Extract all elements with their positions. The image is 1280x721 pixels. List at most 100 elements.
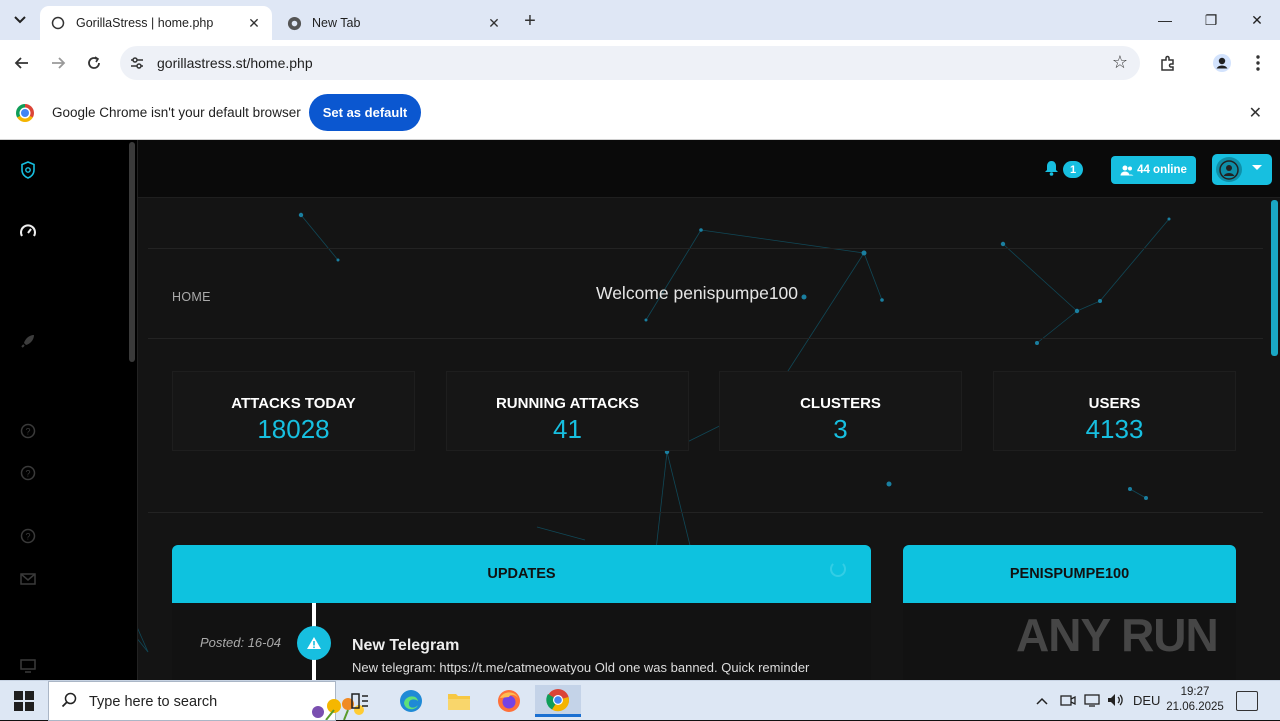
clock-time: 19:27 [1180, 686, 1210, 698]
back-button[interactable] [8, 49, 36, 77]
set-as-default-button[interactable]: Set as default [309, 94, 421, 131]
task-view-icon[interactable] [340, 685, 380, 717]
stat-label: USERS [1088, 395, 1141, 412]
windows-taskbar: Type here to search DEU 19:27 21.06.2025 [0, 680, 1280, 721]
chevron-up-icon[interactable] [1036, 693, 1048, 708]
monitor-icon[interactable] [18, 656, 38, 676]
browser-toolbar: gorillastress.st/home.php ☆ [0, 40, 1280, 86]
tab-gorillastress[interactable]: GorillaStress | home.php ✕ [40, 6, 272, 40]
puzzle-icon [1161, 55, 1174, 71]
input-language[interactable]: DEU [1133, 693, 1160, 708]
infobar-message: Google Chrome isn't your default browser [52, 105, 301, 120]
anyrun-watermark: ANY RUN [1016, 609, 1219, 661]
site-settings-icon[interactable] [128, 54, 146, 72]
tab-search-button[interactable] [6, 7, 34, 33]
post-title: New Telegram [352, 637, 460, 654]
network-icon[interactable] [1084, 693, 1100, 710]
url-text: gorillastress.st/home.php [157, 55, 313, 71]
sidebar-scrollbar[interactable] [129, 142, 135, 362]
divider [148, 512, 1263, 513]
page-scrollbar[interactable] [1271, 200, 1278, 356]
online-users-button[interactable]: 44 online [1111, 156, 1196, 184]
forward-button[interactable] [44, 49, 72, 77]
chevron-down-icon [14, 16, 26, 24]
search-icon [61, 692, 77, 713]
search-placeholder: Type here to search [89, 694, 218, 710]
stat-label: RUNNING ATTACKS [495, 395, 640, 412]
stat-card-running-attacks: RUNNING ATTACKS 41 [446, 371, 689, 451]
close-tab-icon[interactable]: ✕ [244, 13, 264, 33]
updates-panel-title: UPDATES [172, 545, 871, 603]
online-count-label: 44 online [1137, 164, 1187, 176]
stat-value: 3 [833, 414, 848, 444]
breadcrumb[interactable]: HOME [172, 290, 211, 304]
svg-text:?: ? [25, 532, 30, 542]
taskbar-clock[interactable]: 19:27 21.06.2025 [1166, 685, 1224, 715]
page-content: ? ? ? 1 44 online HOME Welcome penispump… [0, 140, 1280, 680]
chrome-logo-icon [16, 104, 34, 122]
minimize-button[interactable]: — [1142, 0, 1188, 40]
volume-icon[interactable] [1107, 693, 1125, 710]
sidebar: ? ? ? [0, 140, 138, 680]
restore-button[interactable]: ❐ [1188, 0, 1234, 40]
notification-center-icon[interactable] [1236, 691, 1258, 711]
tab-strip: GorillaStress | home.php ✕ New Tab ✕ + —… [0, 0, 1280, 40]
help-icon[interactable]: ? [18, 421, 38, 441]
tab-title: New Tab [312, 16, 361, 30]
chrome-icon [286, 15, 302, 31]
divider [148, 338, 1263, 339]
file-explorer-icon[interactable] [439, 685, 479, 717]
stat-value: 41 [553, 414, 582, 444]
svg-text:?: ? [25, 469, 30, 479]
user-avatar-icon [1219, 159, 1239, 180]
refresh-icon[interactable] [830, 561, 846, 577]
windows-start-button[interactable] [6, 687, 42, 715]
top-navbar: 1 44 online [138, 140, 1280, 198]
bell-icon[interactable] [1044, 160, 1059, 180]
mail-icon[interactable] [18, 569, 38, 589]
stat-card-clusters: CLUSTERS 3 [719, 371, 962, 451]
svg-text:?: ? [25, 427, 30, 437]
user-panel-title: PENISPUMPE100 [903, 545, 1236, 603]
stat-card-attacks-today: ATTACKS TODAY 18028 [172, 371, 415, 451]
divider [148, 248, 1263, 249]
tab-title: GorillaStress | home.php [76, 16, 214, 30]
bookmark-star-icon[interactable]: ☆ [1112, 52, 1128, 73]
clock-date: 21.06.2025 [1166, 701, 1224, 713]
stat-value: 4133 [1085, 414, 1144, 444]
new-tab-button[interactable]: + [518, 9, 542, 33]
dashboard-gauge-icon[interactable] [18, 222, 38, 242]
rocket-icon[interactable] [18, 331, 38, 351]
help-icon[interactable]: ? [18, 526, 38, 546]
chrome-taskbar-icon[interactable] [535, 685, 581, 717]
avatar [1216, 157, 1242, 182]
profile-button[interactable] [1208, 49, 1236, 77]
stat-card-users: USERS 4133 [993, 371, 1236, 451]
firefox-icon[interactable] [489, 685, 529, 717]
user-menu-button[interactable] [1212, 154, 1272, 185]
globe-icon [50, 15, 66, 31]
close-infobar-icon[interactable]: ✕ [1249, 103, 1262, 123]
shield-logo-icon[interactable] [18, 160, 38, 180]
close-tab-icon[interactable]: ✕ [484, 13, 504, 33]
warning-icon [297, 626, 331, 660]
taskbar-search-box[interactable]: Type here to search [48, 681, 364, 721]
reload-button[interactable] [80, 49, 108, 77]
meet-now-icon[interactable] [1060, 693, 1076, 710]
tab-new-tab[interactable]: New Tab ✕ [276, 6, 512, 40]
post-date: Posted: 16-04 [200, 635, 281, 650]
address-bar[interactable]: gorillastress.st/home.php ☆ [120, 46, 1140, 80]
kebab-menu-icon [1256, 55, 1260, 71]
close-window-button[interactable]: ✕ [1234, 0, 1280, 40]
stat-label: ATTACKS TODAY [231, 395, 356, 412]
help-icon[interactable]: ? [18, 463, 38, 483]
edge-icon[interactable] [391, 685, 431, 717]
reload-icon [88, 56, 100, 69]
extensions-button[interactable] [1154, 49, 1182, 77]
default-browser-infobar: Google Chrome isn't your default browser… [0, 86, 1280, 140]
chrome-menu-button[interactable] [1244, 49, 1272, 77]
stat-label: CLUSTERS [800, 395, 881, 412]
notification-count-badge[interactable]: 1 [1063, 161, 1083, 178]
users-icon [1120, 165, 1134, 175]
post-body: New telegram: https://t.me/catmeowatyou … [352, 660, 810, 675]
